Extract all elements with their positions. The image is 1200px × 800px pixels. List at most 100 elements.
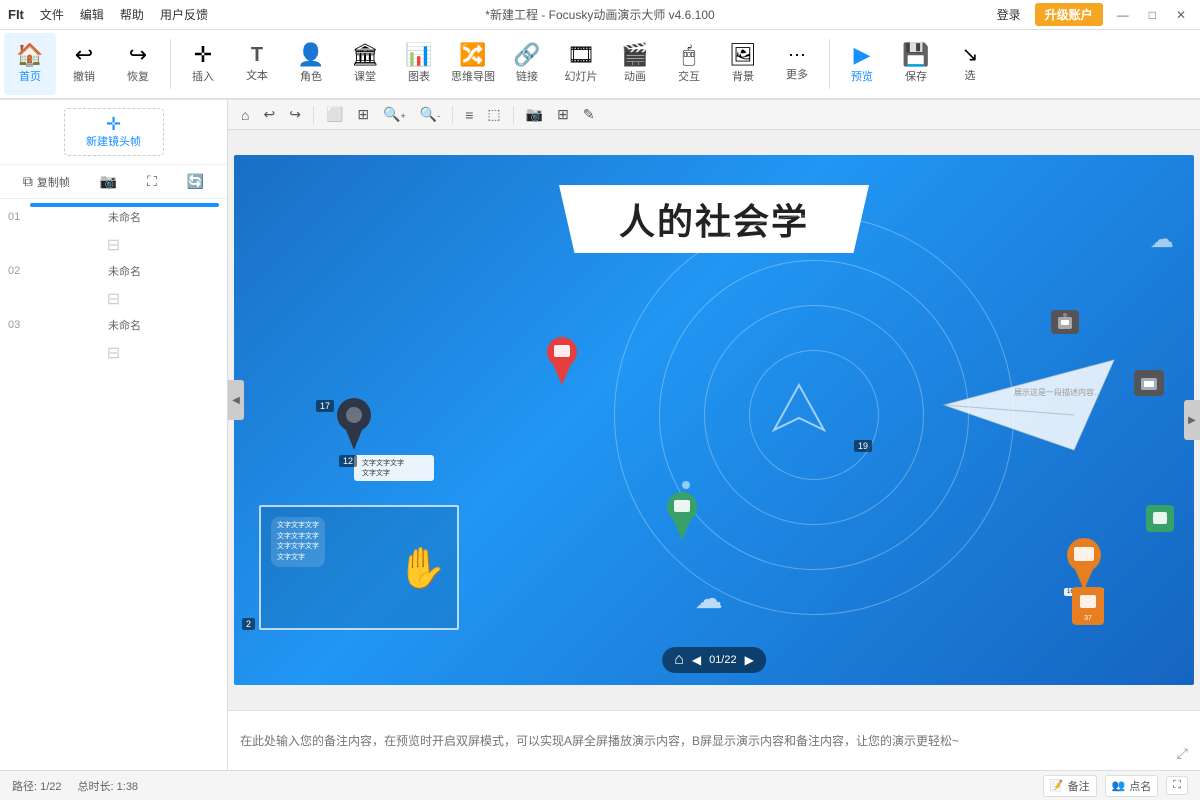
toolbar-bg[interactable]: 🖼 背景	[717, 33, 769, 95]
slide-thumb-3[interactable]: 关于人的社会学 文字文字文字文字文字文字文字文字文字	[30, 311, 219, 315]
canvas-grid-btn[interactable]: ⊞	[552, 104, 574, 125]
slide-nav-next-btn[interactable]: ▶	[745, 653, 754, 667]
notes-button[interactable]: 📝 备注	[1043, 775, 1097, 797]
fullscreen-button[interactable]: ⛶	[1166, 776, 1188, 795]
redo-icon: ↪	[129, 44, 147, 66]
close-button[interactable]: ✕	[1170, 6, 1192, 24]
toolbar-link[interactable]: 🔗 链接	[501, 33, 553, 95]
canvas-pen-btn[interactable]: ✎	[578, 104, 600, 125]
notes-area: ⤢	[228, 710, 1200, 770]
menu-help[interactable]: 帮助	[116, 4, 148, 25]
preview-icon: ▶	[854, 44, 871, 66]
main-content: ✛ 新建镜头帧 ⧉ 复制帧 📷 ⛶ 🔄 01	[0, 100, 1200, 770]
fullscreen-icon: ⛶	[1173, 779, 1181, 792]
canvas-redo-btn[interactable]: ↪	[284, 104, 306, 125]
upgrade-button[interactable]: 升级账户	[1035, 3, 1103, 26]
paper-plane: 展示这是一段描述内容...	[934, 340, 1134, 470]
menu-bar: 文件 编辑 帮助 用户反馈	[36, 4, 212, 25]
robot-top-right	[1051, 310, 1079, 334]
canvas-frame-btn[interactable]: ⬜	[321, 104, 348, 125]
new-slide-button[interactable]: ✛ 新建镜头帧	[64, 108, 164, 156]
minimize-button[interactable]: —	[1111, 6, 1135, 24]
more-icon: ⋯	[788, 46, 806, 64]
canvas-align-btn[interactable]: ≡	[460, 105, 478, 125]
notes-input[interactable]	[240, 734, 1188, 748]
drag-handle-3[interactable]: ⊟	[8, 341, 219, 365]
toolbar-preview[interactable]: ▶ 预览	[836, 33, 888, 95]
copy-frame-tool[interactable]: ⧉ 复制帧	[17, 171, 76, 192]
frame-badge-2: 2	[242, 618, 255, 630]
duration-info: 总时长: 1:38	[78, 778, 139, 794]
toolbar-text[interactable]: T 文本	[231, 33, 283, 95]
canvas-frame2-btn[interactable]: ⊞	[352, 104, 374, 125]
animation-icon: 🎬	[621, 44, 648, 66]
canvas-zoom-out-btn[interactable]: 🔍-	[415, 104, 445, 125]
frame-tools: ⧉ 复制帧 📷 ⛶ 🔄	[0, 165, 227, 199]
pin-text-box: 文字文字文字文字文字	[354, 455, 434, 481]
slide-num-2: 02	[8, 265, 24, 277]
toolbar-mindmap[interactable]: 🔀 思维导图	[447, 33, 499, 95]
select-icon: ↘	[962, 45, 979, 65]
path-info: 路径: 1/22	[12, 778, 62, 794]
undo-icon: ↩	[75, 44, 93, 66]
left-collapse-button[interactable]: ◀	[228, 380, 244, 420]
slide-thumb-2[interactable]: ✋ 文字文字文字文字文字文字文字文字文字文字文字	[30, 257, 219, 261]
window-title: *新建工程 - Focusky动画演示大师 v4.6.100	[485, 6, 714, 23]
slide-thumb-1[interactable]: 人的社会学 A ✈	[30, 203, 219, 207]
expand-icon[interactable]: ⤢	[1177, 745, 1188, 762]
toolbar-select[interactable]: ↘ 选	[944, 33, 996, 95]
camera-tool[interactable]: 📷	[94, 171, 123, 192]
menu-feedback[interactable]: 用户反馈	[156, 4, 212, 25]
drag-handle-2[interactable]: ⊟	[8, 287, 219, 311]
slide-icon: 🎞	[567, 44, 595, 66]
slide-label-2: 未命名	[30, 263, 219, 279]
slide-item-wrap-3: 关于人的社会学 文字文字文字文字文字文字文字文字文字 未命名	[30, 311, 219, 333]
toolbar-sep-2	[829, 39, 830, 89]
toolbar-save[interactable]: 💾 保存	[890, 33, 942, 95]
toolbar-interact[interactable]: 🖱 交互	[663, 33, 715, 95]
canvas-home-btn[interactable]: ⌂	[236, 105, 254, 125]
canvas-zoom-in-btn[interactable]: 🔍+	[378, 104, 411, 125]
num-badge-17: 17	[316, 400, 334, 412]
toolbar-slide[interactable]: 🎞 幻灯片	[555, 33, 607, 95]
toolbar-home[interactable]: 🏠 首页	[4, 33, 56, 95]
login-button[interactable]: 登录	[991, 4, 1027, 25]
robot-left	[1134, 370, 1164, 396]
toolbar-chart[interactable]: 📊 图表	[393, 33, 445, 95]
center-arrow	[769, 380, 829, 440]
toolbar-more[interactable]: ⋯ 更多	[771, 33, 823, 95]
toolbar-role[interactable]: 👤 角色	[285, 33, 337, 95]
drag-handle-1[interactable]: ⊟	[8, 233, 219, 257]
toolbar-insert[interactable]: ✛ 插入	[177, 33, 229, 95]
toolbar-redo[interactable]: ↪ 恢复	[112, 33, 164, 95]
toolbar-animation[interactable]: 🎬 动画	[609, 33, 661, 95]
cloud-top-right: ☁	[1150, 225, 1174, 254]
fit-tool[interactable]: ⛶	[141, 171, 163, 192]
right-collapse-button[interactable]: ▶	[1184, 400, 1200, 440]
text-icon: T	[251, 45, 263, 65]
canvas-align2-btn[interactable]: ⬚	[482, 104, 505, 125]
class-icon: 🏛	[351, 44, 379, 66]
svg-text:展示这是一段描述内容...: 展示这是一段描述内容...	[1014, 387, 1101, 397]
slide-list: 01 人的社会学 A ✈ 未命名 ⊟ 02	[0, 199, 227, 770]
save-icon: 💾	[902, 44, 929, 66]
canvas-photo-btn[interactable]: 📷	[521, 104, 548, 125]
bg-icon: 🖼	[729, 44, 757, 66]
points-button[interactable]: 👥 点名	[1105, 775, 1159, 797]
toolbar-class[interactable]: 🏛 课堂	[339, 33, 391, 95]
orange-icon-br: 37	[1072, 587, 1104, 625]
slide-nav-home-btn[interactable]: ⌂	[674, 651, 684, 669]
canvas-toolbar: ⌂ ↩ ↪ ⬜ ⊞ 🔍+ 🔍- ≡ ⬚ 📷 ⊞ ✎	[228, 100, 1200, 130]
menu-file[interactable]: 文件	[36, 4, 68, 25]
slide-nav-prev-btn[interactable]: ◀	[692, 653, 701, 667]
toolbar-undo[interactable]: ↩ 撤销	[58, 33, 110, 95]
canvas-sep-2	[452, 106, 453, 124]
loop-tool[interactable]: 🔄	[181, 171, 210, 192]
role-icon: 👤	[297, 44, 324, 66]
statusbar-right: 📝 备注 👥 点名 ⛶	[1043, 775, 1188, 797]
menu-edit[interactable]: 编辑	[76, 4, 108, 25]
loop-icon: 🔄	[187, 173, 204, 190]
canvas-undo-btn[interactable]: ↩	[258, 104, 280, 125]
maximize-button[interactable]: □	[1143, 6, 1162, 24]
canvas-viewport[interactable]: ▶ 人的社会学	[228, 130, 1200, 710]
